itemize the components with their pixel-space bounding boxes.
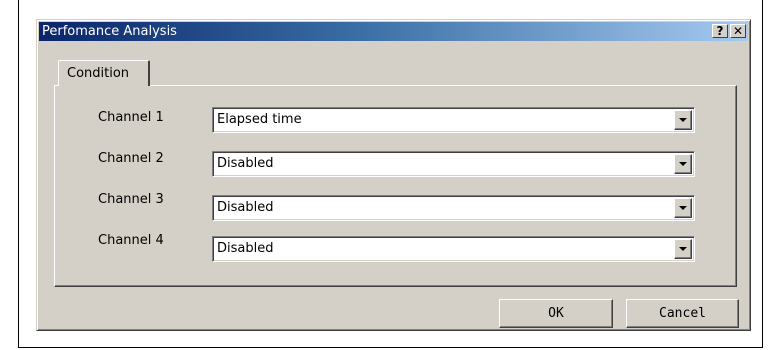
help-icon[interactable]: ? (712, 24, 728, 38)
cancel-button[interactable]: Cancel (626, 299, 739, 328)
window-title: Perfomance Analysis (42, 24, 177, 39)
tab-panel (54, 85, 737, 287)
tab-label: Condition (67, 66, 130, 81)
ok-button[interactable]: OK (499, 299, 613, 328)
title-buttons: ? ✕ (712, 24, 746, 38)
title-bar[interactable]: Perfomance Analysis ? ✕ (39, 22, 748, 41)
dialog-window: Perfomance Analysis ? ✕ Condition Channe… (36, 19, 751, 331)
close-icon[interactable]: ✕ (730, 24, 746, 38)
tab-condition[interactable]: Condition (58, 60, 150, 86)
